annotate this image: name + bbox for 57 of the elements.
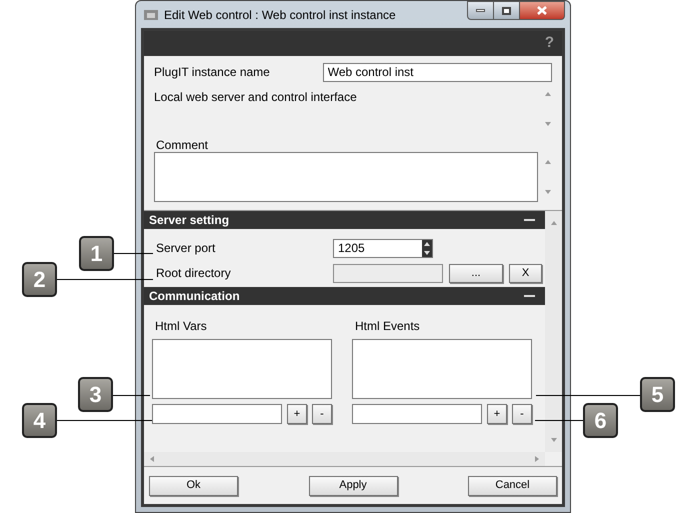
root-directory-field[interactable] <box>333 264 443 282</box>
scroll-down-icon[interactable] <box>544 188 552 196</box>
list-label: Html Vars <box>154 318 208 331</box>
entry-field[interactable] <box>152 404 282 424</box>
scroll-left-icon[interactable] <box>148 455 156 463</box>
close-icon <box>537 6 547 15</box>
callout-badge: 3 <box>78 377 113 412</box>
list-label: Html Events <box>354 318 421 331</box>
description-text: Local web server and control interface <box>154 89 358 106</box>
list-box[interactable] <box>152 339 332 399</box>
remove-button[interactable]: - <box>312 404 332 424</box>
instance-name-field[interactable]: Web control inst <box>322 62 552 82</box>
spin-down-icon[interactable] <box>423 248 431 256</box>
add-button[interactable]: + <box>287 404 307 424</box>
help-glyph[interactable]: ? <box>544 32 554 55</box>
field-label: Server port <box>156 240 216 257</box>
remove-button[interactable]: - <box>512 404 532 424</box>
section-title: Server setting <box>149 212 230 229</box>
close-button[interactable] <box>520 1 565 20</box>
callout-badge: 1 <box>79 236 114 271</box>
list-box[interactable] <box>352 339 532 399</box>
leader-line <box>113 253 153 254</box>
minimize-button[interactable] <box>467 1 494 20</box>
dialog-button[interactable]: Ok <box>149 476 238 496</box>
scroll-right-icon[interactable] <box>533 455 541 463</box>
section-title: Communication <box>149 288 240 305</box>
spin-up-icon[interactable] <box>423 240 431 248</box>
app-icon <box>144 8 158 20</box>
comment-field[interactable] <box>154 152 538 202</box>
scroll-up-icon[interactable] <box>544 158 552 166</box>
dialog-button[interactable]: Apply <box>308 476 398 496</box>
leader-line <box>113 395 150 396</box>
browse-button[interactable]: ... <box>449 264 503 282</box>
comment-label: Comment <box>155 137 210 150</box>
section-header[interactable]: Server setting <box>144 211 545 229</box>
dialog-button[interactable]: Cancel <box>468 476 557 496</box>
scroll-down-icon[interactable] <box>544 120 552 128</box>
entry-field[interactable] <box>352 404 482 424</box>
horizontal-scrollbar[interactable] <box>144 452 545 466</box>
scroll-up-icon[interactable] <box>550 219 558 227</box>
scroll-down-icon[interactable] <box>550 436 558 444</box>
clear-button[interactable]: X <box>509 264 542 282</box>
vertical-scrollbar[interactable] <box>545 211 562 452</box>
callout-badge: 2 <box>22 262 57 297</box>
maximize-button[interactable] <box>494 1 520 20</box>
section-header[interactable]: Communication <box>144 287 545 305</box>
window-title: Edit Web control : Web control inst instance <box>164 6 396 24</box>
scroll-up-icon[interactable] <box>544 90 552 98</box>
callout-badge: 6 <box>583 403 618 438</box>
field-label: Root directory <box>156 265 232 282</box>
field-label: PlugIT instance name <box>154 64 271 81</box>
callout-badge: 5 <box>640 377 675 412</box>
callout-badge: 4 <box>22 403 57 438</box>
server-port-spinner[interactable]: 1205 <box>333 238 433 258</box>
add-button[interactable]: + <box>487 404 507 424</box>
leader-line <box>535 420 583 421</box>
spinner-value: 1205 <box>337 240 366 256</box>
